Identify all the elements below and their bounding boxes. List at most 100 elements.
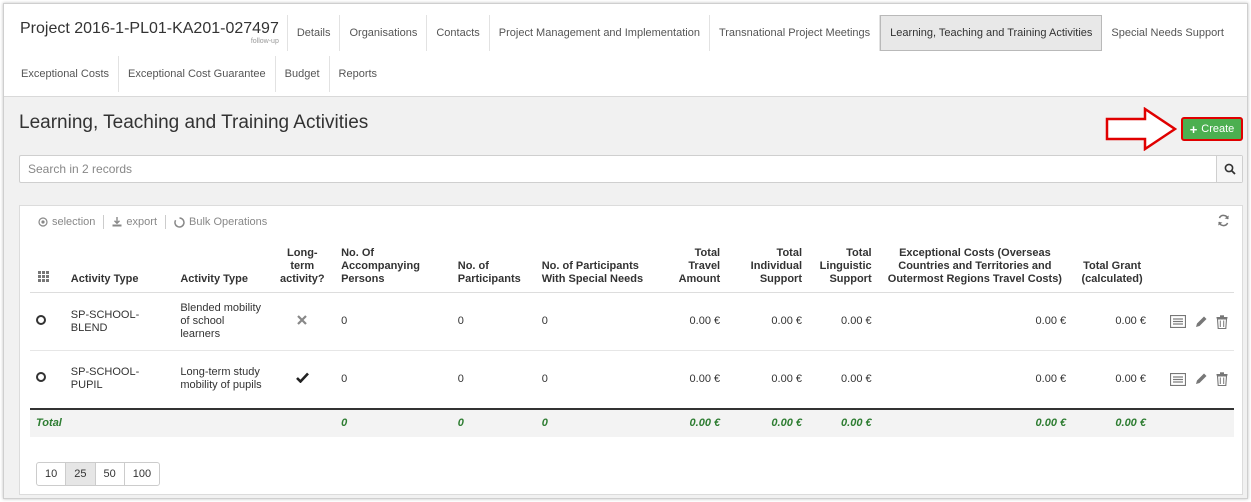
total-travel-sum: 0.00 € xyxy=(666,407,727,437)
row-actions xyxy=(1151,350,1234,409)
activities-table: Activity Type Activity Type Long-term ac… xyxy=(30,243,1234,437)
tab-special-needs-support[interactable]: Special Needs Support xyxy=(1102,15,1233,51)
tab-row-2: Exceptional Costs Exceptional Cost Guara… xyxy=(12,56,386,92)
pencil-icon[interactable] xyxy=(1194,315,1208,329)
special-needs-participants: 0 xyxy=(535,350,667,409)
row-select-cell[interactable] xyxy=(30,292,65,351)
table-row[interactable]: SP-SCHOOL-PUPIL Long-term study mobility… xyxy=(30,350,1234,409)
tab-row-1: Project 2016-1-PL01-KA201-027497 follow-… xyxy=(12,15,1233,51)
tab-learning-teaching-training[interactable]: Learning, Teaching and Training Activiti… xyxy=(880,15,1103,51)
total-individual-sum: 0.00 € xyxy=(726,407,809,437)
participants: 0 xyxy=(451,350,536,409)
tab-bar: Project 2016-1-PL01-KA201-027497 follow-… xyxy=(4,4,1247,97)
search-input[interactable] xyxy=(20,156,1200,182)
search-icon xyxy=(1224,163,1236,175)
search-button[interactable] xyxy=(1216,156,1242,182)
total-actions-empty xyxy=(1151,407,1234,437)
bulk-operations-label: Bulk Operations xyxy=(189,216,268,228)
total-individual-support: 0.00 € xyxy=(726,350,809,409)
tab-organisations[interactable]: Organisations xyxy=(340,15,428,51)
row-actions xyxy=(1151,292,1234,351)
total-row: Total 0 0 0 0.00 € 0.00 € 0.00 € 0.00 € … xyxy=(30,407,1234,437)
column-header[interactable]: Total Travel Amount xyxy=(666,243,727,293)
tab-contacts[interactable]: Contacts xyxy=(427,15,490,51)
participants: 0 xyxy=(451,292,536,351)
row-select-cell[interactable] xyxy=(30,350,65,409)
results-panel: selection export Bulk Operations Activit… xyxy=(19,205,1243,495)
total-empty xyxy=(269,407,336,437)
column-header[interactable]: No. of Participants With Special Needs xyxy=(535,243,667,293)
column-header[interactable]: Activity Type xyxy=(64,243,175,293)
total-label: Total xyxy=(30,407,270,437)
column-chooser-cell[interactable] xyxy=(30,243,65,293)
tab-exceptional-costs[interactable]: Exceptional Costs xyxy=(12,56,120,92)
project-subtitle: follow-up xyxy=(250,38,279,45)
column-header[interactable]: Activity Type xyxy=(174,243,270,293)
bulk-operations-button[interactable]: Bulk Operations xyxy=(166,216,275,228)
arrow-right-icon xyxy=(1105,107,1177,151)
grid-icon xyxy=(38,271,49,282)
tab-reports[interactable]: Reports xyxy=(330,56,387,92)
table-header-row: Activity Type Activity Type Long-term ac… xyxy=(30,243,1234,293)
row-radio[interactable] xyxy=(36,372,46,383)
total-linguistic-support: 0.00 € xyxy=(808,292,878,351)
column-header[interactable]: Total Grant (calculated) xyxy=(1072,243,1152,293)
checkmark-icon xyxy=(295,372,309,384)
table-row[interactable]: SP-SCHOOL-BLEND Blended mobility of scho… xyxy=(30,292,1234,351)
page-size-selector: 10 25 50 100 xyxy=(36,462,161,486)
total-travel: 0.00 € xyxy=(666,350,727,409)
exceptional-costs: 0.00 € xyxy=(877,292,1073,351)
accompanying-persons: 0 xyxy=(335,350,452,409)
page-size-10[interactable]: 10 xyxy=(36,462,67,486)
long-term-cell xyxy=(269,350,336,409)
plus-icon: + xyxy=(1189,121,1198,137)
create-button[interactable]: + Create xyxy=(1181,117,1243,141)
tab-exceptional-cost-guarantee[interactable]: Exceptional Cost Guarantee xyxy=(119,56,276,92)
list-icon[interactable] xyxy=(1170,372,1186,386)
column-header[interactable]: No. Of Accompanying Persons xyxy=(335,243,452,293)
column-header[interactable]: Exceptional Costs (Overseas Countries an… xyxy=(877,243,1073,293)
page-size-100[interactable]: 100 xyxy=(123,462,161,486)
page-size-25[interactable]: 25 xyxy=(65,462,96,486)
table-toolbar: selection export Bulk Operations xyxy=(30,215,275,229)
actions-header xyxy=(1151,243,1234,293)
tab-transnational-meetings[interactable]: Transnational Project Meetings xyxy=(710,15,881,51)
tab-project-management[interactable]: Project Management and Implementation xyxy=(490,15,710,51)
page-size-50[interactable]: 50 xyxy=(94,462,125,486)
exceptional-costs: 0.00 € xyxy=(877,350,1073,409)
column-header[interactable]: No. of Participants xyxy=(451,243,536,293)
download-icon xyxy=(112,217,122,227)
create-button-label: Create xyxy=(1201,123,1235,135)
column-header[interactable]: Total Linguistic Support xyxy=(808,243,878,293)
trash-icon[interactable] xyxy=(1216,314,1228,329)
accompanying-persons: 0 xyxy=(335,292,452,351)
selection-toggle[interactable]: selection xyxy=(30,216,103,228)
total-special-needs: 0 xyxy=(535,407,667,437)
list-icon[interactable] xyxy=(1170,315,1186,328)
search-bar xyxy=(19,155,1243,183)
column-header[interactable]: Long-term activity? xyxy=(269,243,336,293)
tab-budget[interactable]: Budget xyxy=(276,56,330,92)
export-button[interactable]: export xyxy=(104,216,165,228)
total-grant-sum: 0.00 € xyxy=(1072,407,1152,437)
pencil-icon[interactable] xyxy=(1194,372,1208,386)
project-title: Project 2016-1-PL01-KA201-027497 xyxy=(20,20,279,37)
total-grant: 0.00 € xyxy=(1072,350,1152,409)
activity-type: Long-term study mobility of pupils xyxy=(174,350,270,409)
total-linguistic-support: 0.00 € xyxy=(808,350,878,409)
circle-notch-icon xyxy=(174,216,185,228)
target-icon xyxy=(38,217,48,227)
tab-details[interactable]: Details xyxy=(288,15,341,51)
activity-code: SP-SCHOOL-BLEND xyxy=(64,292,175,351)
cross-icon xyxy=(297,314,308,325)
row-radio[interactable] xyxy=(36,314,46,325)
activity-code: SP-SCHOOL-PUPIL xyxy=(64,350,175,409)
refresh-icon[interactable] xyxy=(1217,214,1230,227)
project-header: Project 2016-1-PL01-KA201-027497 follow-… xyxy=(12,15,288,51)
long-term-cell xyxy=(269,292,336,351)
selection-label: selection xyxy=(52,216,96,228)
export-label: export xyxy=(126,216,157,228)
column-header[interactable]: Total Individual Support xyxy=(726,243,809,293)
trash-icon[interactable] xyxy=(1216,372,1228,387)
total-travel: 0.00 € xyxy=(666,292,727,351)
